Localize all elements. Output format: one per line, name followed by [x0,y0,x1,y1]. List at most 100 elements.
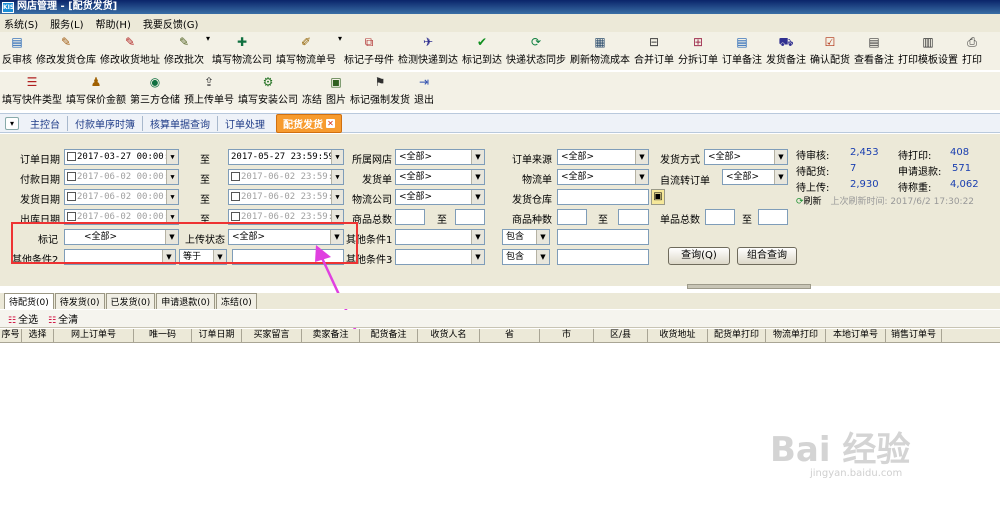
other-condition-1-operator[interactable]: 包含 ▼ [502,229,550,245]
chevron-down-icon[interactable]: ▼ [166,150,178,164]
tracking-number-button[interactable]: ✐ 填写物流单号 [274,32,338,68]
clear-all-button[interactable]: ☷ 全清 [48,311,78,326]
pay-date-to[interactable]: 2017-06-02 23:59:59 ▼ [228,169,344,185]
combo-query-button[interactable]: 组合查询 [737,247,797,265]
other-condition-3-operator[interactable]: 包含 ▼ [502,249,550,265]
other-condition-1-input[interactable] [557,229,649,245]
refresh-icon[interactable]: ⟳ [796,197,804,207]
chevron-down-icon[interactable]: ▼ [166,190,178,204]
tab-allocation-shipping[interactable]: 配货发货 ✕ [276,113,342,133]
column-header[interactable]: 买家留言 [242,329,302,342]
tab-payment-journal[interactable]: 付款单序时簿 [67,115,142,131]
chevron-down-icon[interactable]: ▼ [471,250,484,264]
order-date-from[interactable]: 2017-03-27 00:00:00 ▼ [64,149,179,165]
folder-icon[interactable]: ▣ [651,189,665,205]
column-header[interactable]: 配货单打印 [708,329,766,342]
column-header[interactable]: 收货人名 [418,329,480,342]
chevron-down-icon[interactable]: ▼ [471,190,484,204]
other-condition-3-input[interactable] [557,249,649,265]
ship-date-to-checkbox[interactable] [231,192,240,201]
address-edit-button[interactable]: ✎ 修改收货地址 [98,32,162,68]
out-date-to-checkbox[interactable] [231,212,240,221]
pay-date-to-checkbox[interactable] [231,172,240,181]
panel-splitter[interactable] [687,284,811,289]
column-header[interactable]: 市 [540,329,594,342]
split-order-button[interactable]: ⊞ 分拆订单 [676,32,720,68]
chevron-down-icon[interactable]: ▼ [536,250,549,264]
column-header[interactable]: 本地订单号 [826,329,886,342]
chevron-down-icon[interactable]: ▼ [774,170,787,184]
chevron-down-icon[interactable]: ▼ [774,150,787,164]
menu-feedback[interactable]: 我要反馈(G) [143,16,199,31]
print-button[interactable]: ⎙ 打印 [960,32,984,68]
menu-help[interactable]: 帮助(H) [96,16,131,31]
waybill-select[interactable]: <全部> ▼ [395,169,485,185]
chevron-down-icon[interactable]: ▼ [331,170,343,184]
column-header[interactable]: 销售订单号 [886,329,942,342]
ship-method-select[interactable]: <全部> ▼ [704,149,788,165]
refresh-cost-button[interactable]: ▦ 刷新物流成本 [568,32,632,68]
mark-arrived-button[interactable]: ✔ 标记到达 [460,32,504,68]
install-company-button[interactable]: ⚙ 填写安装公司 [236,72,300,108]
unapprove-button[interactable]: ▤ 反审核 [0,32,34,68]
column-header[interactable]: 订单日期 [192,329,242,342]
freeze-button[interactable]: 冻结 [300,72,324,108]
goods-total-to[interactable] [455,209,485,225]
chevron-down-icon[interactable]: ▼ [635,170,648,184]
pay-date-from[interactable]: 2017-06-02 00:00:00 ▼ [64,169,179,185]
tab-accounting-query[interactable]: 核算单据查询 [142,115,217,131]
ship-date-checkbox[interactable] [67,192,76,201]
goods-total-from[interactable] [395,209,425,225]
logistics-company-button[interactable]: ✚ 填写物流公司 [210,32,274,68]
menu-service[interactable]: 服务(L) [50,16,83,31]
column-header[interactable]: 物流单打印 [766,329,826,342]
chevron-down-icon[interactable]: ▼ [331,150,343,164]
view-note-button[interactable]: ▤ 查看备注 [852,32,896,68]
column-header[interactable]: 序号 [0,329,22,342]
confirm-allocation-button[interactable]: ☑ 确认配货 [808,32,852,68]
tab-frozen[interactable]: 冻结(0) [216,293,257,309]
warehouse-edit-button[interactable]: ✎ 修改发货仓库 [34,32,98,68]
select-all-button[interactable]: ☷ 全选 [8,311,38,326]
parent-child-button[interactable]: ⧉ 标记子母件 [342,32,396,68]
other-condition-1-select[interactable]: ▼ [395,229,485,245]
chevron-down-icon[interactable]: ▼ [166,170,178,184]
ship-date-to[interactable]: 2017-06-02 23:59:59 ▼ [228,189,344,205]
order-date-to[interactable]: 2017-05-27 23:59:59 ▼ [228,149,344,165]
refresh-link[interactable]: 刷新 [804,197,822,207]
chevron-down-icon[interactable]: ▼ [471,150,484,164]
other-condition-3-select[interactable]: ▼ [395,249,485,265]
column-header[interactable]: 卖家备注 [302,329,360,342]
tab-shipped[interactable]: 已发货(0) [105,293,156,309]
pre-upload-button[interactable]: ⇪ 预上传单号 [182,72,236,108]
tab-pending-shipping[interactable]: 待发货(0) [54,293,105,309]
auto-transfer-select[interactable]: <全部> ▼ [722,169,788,185]
query-button[interactable]: 查询(Q) [668,247,730,265]
tab-pending-allocation[interactable]: 待配货(0) [4,293,54,309]
insured-amount-button[interactable]: ♟ 填写保价金额 [64,72,128,108]
express-type-button[interactable]: ☰ 填写快件类型 [0,72,64,108]
tab-refund-requested[interactable]: 申请退款(0) [156,293,215,309]
column-header[interactable]: 省 [480,329,540,342]
tab-order-processing[interactable]: 订单处理 [217,115,272,131]
single-total-from[interactable] [705,209,735,225]
column-header[interactable]: 配货备注 [360,329,418,342]
detect-arrival-button[interactable]: ✈ 检测快递到达 [396,32,460,68]
force-ship-button[interactable]: ⚑ 标记强制发货 [348,72,412,108]
logistics-doc-select[interactable]: <全部> ▼ [557,169,649,185]
order-note-button[interactable]: ▤ 订单备注 [720,32,764,68]
third-party-storage-button[interactable]: ◉ 第三方仓储 [128,72,182,108]
batch-edit-button[interactable]: ✎ 修改批次 [162,32,206,68]
out-date-checkbox[interactable] [67,212,76,221]
goods-kinds-from[interactable] [557,209,587,225]
sync-status-button[interactable]: ⟳ 快递状态同步 [504,32,568,68]
tab-console[interactable]: 主控台 [23,116,67,131]
order-date-checkbox[interactable] [67,152,76,161]
chevron-down-icon[interactable]: ▼ [331,190,343,204]
print-template-button[interactable]: ▥ 打印模板设置 [896,32,960,68]
order-source-select[interactable]: <全部> ▼ [557,149,649,165]
close-icon[interactable]: ✕ [326,118,335,128]
merge-order-button[interactable]: ⊟ 合并订单 [632,32,676,68]
pay-date-checkbox[interactable] [67,172,76,181]
single-total-to[interactable] [758,209,788,225]
